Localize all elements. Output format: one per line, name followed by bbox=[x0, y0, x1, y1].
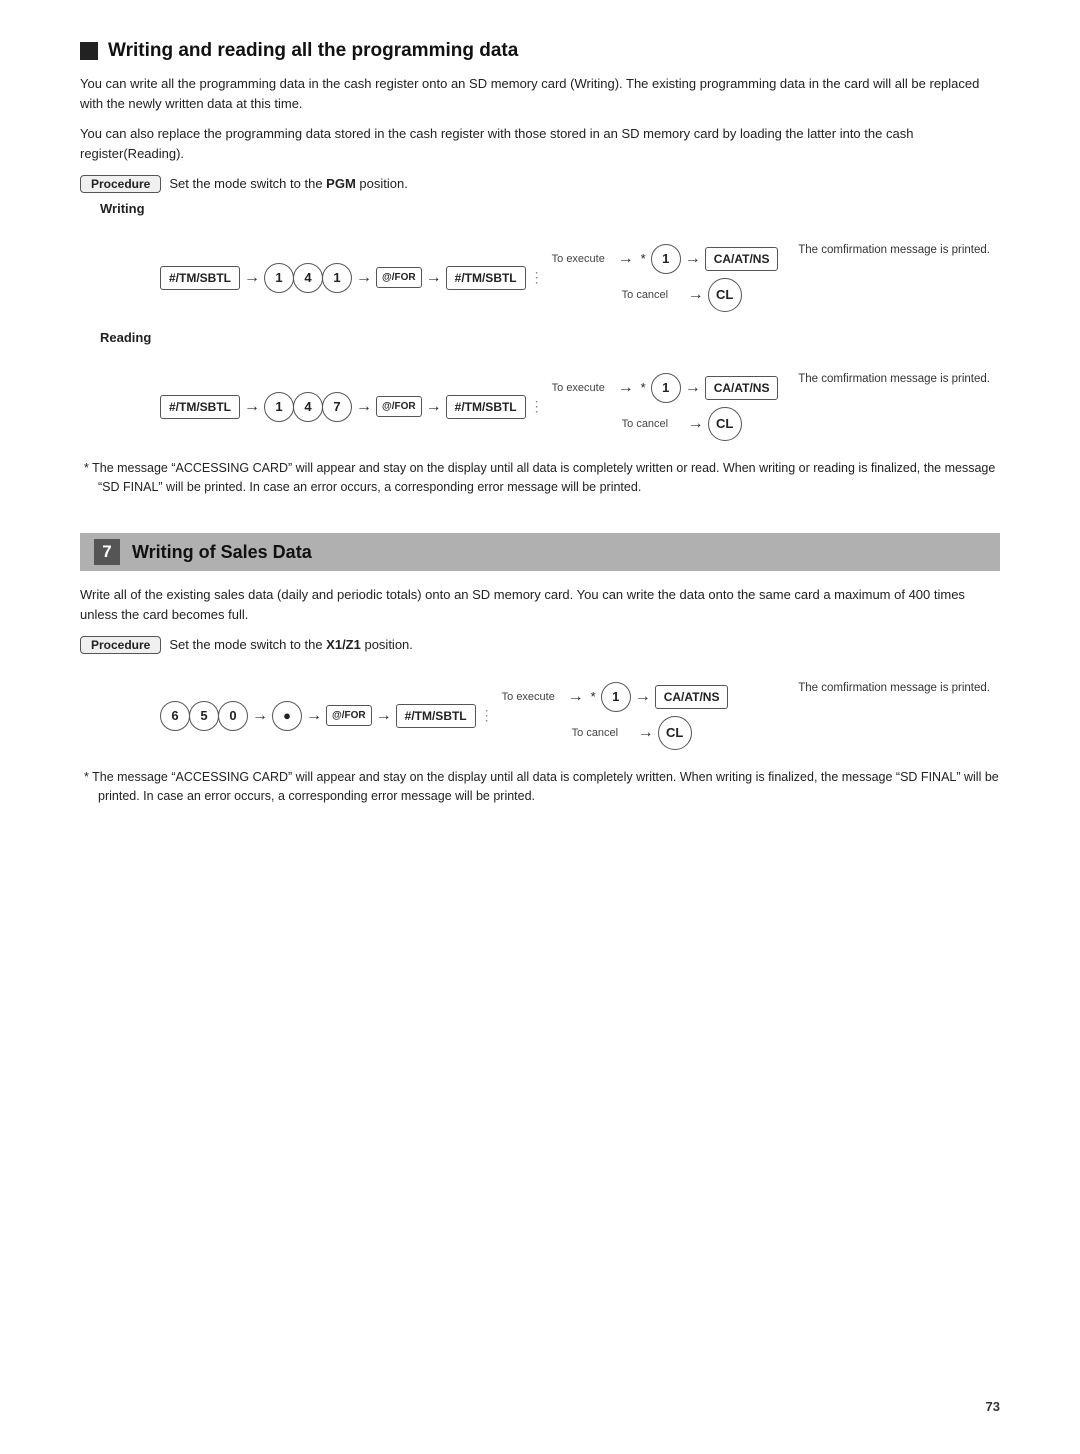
reading-key-for: @/FOR bbox=[376, 396, 422, 417]
section-writing-note: * The message “ACCESSING CARD” will appe… bbox=[84, 459, 1000, 498]
section-writing-body2: You can also replace the programming dat… bbox=[80, 124, 1000, 164]
sales-to-execute: To execute bbox=[502, 691, 560, 703]
writing-label: Writing bbox=[100, 201, 1000, 216]
sales-asterisk: * bbox=[591, 689, 596, 704]
reading-key-1-exec: 1 bbox=[651, 373, 681, 403]
writing-key-1a: 1 bbox=[264, 263, 294, 293]
pgm-label: PGM bbox=[326, 176, 356, 191]
writing-diagram: The comfirmation message is printed. #/T… bbox=[160, 244, 1000, 312]
section-sales-body1: Write all of the existing sales data (da… bbox=[80, 585, 1000, 625]
sales-key-cl: CL bbox=[658, 716, 692, 750]
sales-diagram: The comfirmation message is printed. 6 5… bbox=[160, 682, 1000, 750]
black-square-icon bbox=[80, 42, 98, 60]
writing-key-for: @/FOR bbox=[376, 267, 422, 288]
section-sales: 7 Writing of Sales Data Write all of the… bbox=[80, 533, 1000, 806]
writing-conf-msg: The comfirmation message is printed. bbox=[798, 244, 990, 256]
procedure-badge-writing: Procedure bbox=[80, 175, 161, 193]
procedure-text-sales: Set the mode switch to the X1/Z1 positio… bbox=[169, 637, 413, 652]
writing-key-1-exec: 1 bbox=[651, 244, 681, 274]
reading-diagram: The comfirmation message is printed. #/T… bbox=[160, 373, 1000, 441]
writing-left-seq: #/TM/SBTL → 1 4 1 → @/FOR → #/TM/SBTL ⋮ bbox=[160, 263, 550, 293]
sales-dashed-sep: ⋮ bbox=[480, 707, 496, 724]
reading-conf-msg: The comfirmation message is printed. bbox=[798, 373, 990, 385]
reading-key-cl: CL bbox=[708, 407, 742, 441]
sales-key-0: 0 bbox=[218, 701, 248, 731]
reading-asterisk: * bbox=[641, 380, 646, 395]
sales-conf-msg: The comfirmation message is printed. bbox=[798, 682, 990, 694]
section-number-box: 7 bbox=[94, 539, 120, 565]
section-sales-note: * The message “ACCESSING CARD” will appe… bbox=[84, 768, 1000, 807]
sales-key-htmsbtl: #/TM/SBTL bbox=[396, 704, 476, 728]
sales-to-cancel: To cancel bbox=[572, 727, 630, 739]
reading-key-htmsbtl2: #/TM/SBTL bbox=[446, 395, 526, 419]
procedure-line-writing: Procedure Set the mode switch to the PGM… bbox=[80, 175, 1000, 193]
writing-key-htmsbtl1: #/TM/SBTL bbox=[160, 266, 240, 290]
writing-to-execute: To execute bbox=[552, 253, 610, 265]
writing-key-4a: 4 bbox=[293, 263, 323, 293]
reading-to-execute: To execute bbox=[552, 382, 610, 394]
sales-key-5: 5 bbox=[189, 701, 219, 731]
section-writing-body1: You can write all the programming data i… bbox=[80, 74, 1000, 114]
reading-dashed-sep: ⋮ bbox=[530, 398, 546, 415]
sales-left-seq: 6 5 0 → ● → @/FOR → #/TM/SBTL ⋮ bbox=[160, 701, 500, 731]
writing-key-htmsbtl2: #/TM/SBTL bbox=[446, 266, 526, 290]
writing-asterisk: * bbox=[641, 251, 646, 266]
procedure-text-writing: Set the mode switch to the PGM position. bbox=[169, 176, 407, 191]
sales-key-dot: ● bbox=[272, 701, 302, 731]
xz-label: X1/Z1 bbox=[326, 637, 361, 652]
reading-key-caatns: CA/AT/NS bbox=[705, 376, 779, 400]
sales-key-1-exec: 1 bbox=[601, 682, 631, 712]
writing-key-1b: 1 bbox=[322, 263, 352, 293]
procedure-line-sales: Procedure Set the mode switch to the X1/… bbox=[80, 636, 1000, 654]
writing-key-cl: CL bbox=[708, 278, 742, 312]
writing-dashed-sep: ⋮ bbox=[530, 269, 546, 286]
section-writing: Writing and reading all the programming … bbox=[80, 40, 1000, 497]
reading-key-htmsbtl1: #/TM/SBTL bbox=[160, 395, 240, 419]
reading-key-4a: 4 bbox=[293, 392, 323, 422]
procedure-badge-sales: Procedure bbox=[80, 636, 161, 654]
section-writing-title-block: Writing and reading all the programming … bbox=[80, 40, 1000, 62]
reading-label: Reading bbox=[100, 330, 1000, 345]
sales-key-6: 6 bbox=[160, 701, 190, 731]
section-7-title: Writing of Sales Data bbox=[132, 542, 312, 563]
reading-left-seq: #/TM/SBTL → 1 4 7 → @/FOR → #/TM/SBTL ⋮ bbox=[160, 392, 550, 422]
reading-to-cancel: To cancel bbox=[622, 418, 680, 430]
writing-to-cancel: To cancel bbox=[622, 289, 680, 301]
reading-key-7: 7 bbox=[322, 392, 352, 422]
writing-key-caatns: CA/AT/NS bbox=[705, 247, 779, 271]
section-writing-title: Writing and reading all the programming … bbox=[108, 40, 518, 62]
sales-key-caatns: CA/AT/NS bbox=[655, 685, 729, 709]
page-number: 73 bbox=[986, 1399, 1000, 1414]
section-7-header: 7 Writing of Sales Data bbox=[80, 533, 1000, 571]
sales-key-for: @/FOR bbox=[326, 705, 372, 726]
reading-key-1a: 1 bbox=[264, 392, 294, 422]
